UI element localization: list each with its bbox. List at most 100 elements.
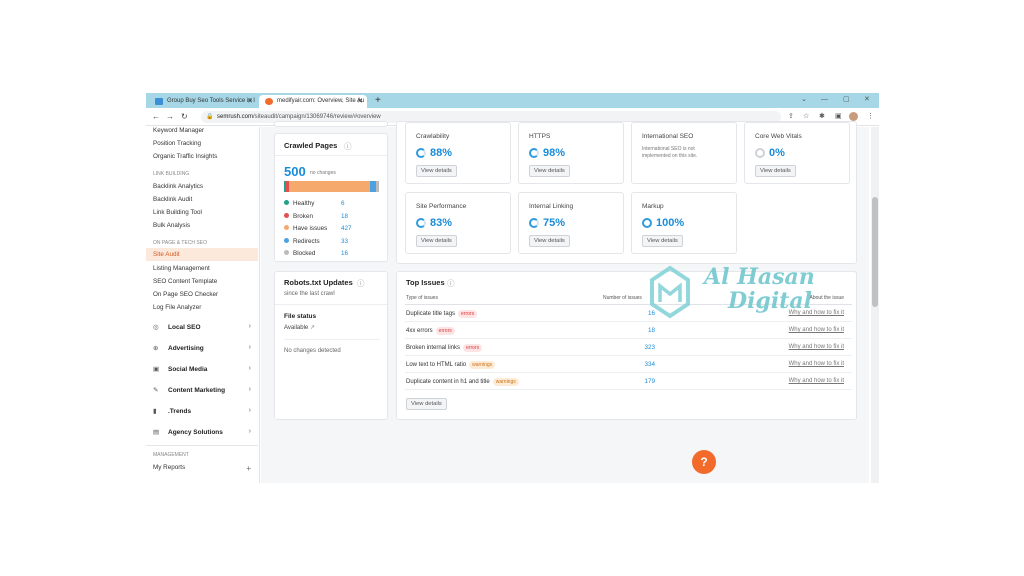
target-icon: ⊕ <box>153 345 159 352</box>
sidebar-item-backlink-audit[interactable]: Backlink Audit <box>153 196 192 203</box>
file-status-label: File status <box>284 313 317 320</box>
issue-text[interactable]: Duplicate content in h1 and title warning… <box>406 378 519 386</box>
close-window-button[interactable]: ✕ <box>864 93 870 106</box>
issue-badge: errors <box>463 344 483 352</box>
metric-title: Site Performance <box>416 203 467 210</box>
sidebar-group-advertising[interactable]: ⊕ Advertising <box>153 344 204 352</box>
view-details-button[interactable]: View details <box>642 235 683 247</box>
issue-text[interactable]: Duplicate title tags errors <box>406 310 478 318</box>
reload-icon[interactable]: ↻ <box>181 110 188 124</box>
watermark-line2: Digital <box>727 288 812 314</box>
back-arrow-icon[interactable]: ← <box>152 110 160 124</box>
legend-value[interactable]: 427 <box>341 225 352 232</box>
sidebar-divider <box>146 445 258 446</box>
issue-text[interactable]: 4xx errors errors <box>406 327 455 335</box>
thematic-reports-panel: Crawlability 88% View details HTTPS 98% … <box>396 121 857 264</box>
sidebar-item-bulk-analysis[interactable]: Bulk Analysis <box>153 222 190 229</box>
issue-count[interactable]: 323 <box>615 344 655 351</box>
help-button[interactable]: ? <box>692 450 716 474</box>
new-tab-button[interactable]: + <box>375 93 381 108</box>
view-details-button[interactable]: View details <box>529 165 570 177</box>
issue-count[interactable]: 18 <box>615 327 655 334</box>
sidebar-item-organic-traffic[interactable]: Organic Traffic Insights <box>153 153 217 160</box>
sidebar-item-position-tracking[interactable]: Position Tracking <box>153 140 201 147</box>
sidebar-item-keyword-manager[interactable]: Keyword Manager <box>153 127 204 134</box>
metric-card-markup: Markup 100% View details <box>631 192 737 254</box>
add-report-button[interactable]: + <box>246 464 251 473</box>
sidebar-item-log-file-analyzer[interactable]: Log File Analyzer <box>153 304 201 311</box>
metric-card-https: HTTPS 98% View details <box>518 122 624 184</box>
info-icon[interactable]: ⓘ <box>447 278 455 289</box>
info-icon[interactable]: ⓘ <box>344 141 352 152</box>
sidebar-item-my-reports[interactable]: My Reports <box>153 464 185 471</box>
progress-ring-icon <box>642 218 652 228</box>
divider <box>284 339 380 340</box>
file-status-value[interactable]: Available ↗ <box>284 324 315 331</box>
legend-label: Blocked <box>293 250 316 257</box>
fix-link[interactable]: Why and how to fix it <box>789 378 844 384</box>
legend-value[interactable]: 18 <box>341 213 348 220</box>
view-details-button[interactable]: View details <box>529 235 570 247</box>
robots-title: Robots.txt Updates <box>284 278 353 287</box>
fix-link[interactable]: Why and how to fix it <box>789 361 844 367</box>
maximize-button[interactable]: ▢ <box>843 93 850 106</box>
metric-title: HTTPS <box>529 133 551 140</box>
profile-avatar[interactable] <box>849 112 858 121</box>
view-details-button[interactable]: View details <box>755 165 796 177</box>
sidebar-group-social-media[interactable]: ▣ Social Media <box>153 365 207 373</box>
legend-label: Healthy <box>293 200 315 207</box>
browser-menu-icon[interactable]: ⋮ <box>867 110 874 124</box>
browser-tab-2[interactable]: medifyair.com: Overview, Site Au ✕ <box>259 95 367 108</box>
browser-tab-1[interactable]: Group Buy Seo Tools Service in I ✕ <box>149 95 257 108</box>
robots-subtitle: since the last crawl <box>284 291 335 297</box>
metric-note: International SEO is not implemented on … <box>642 146 698 159</box>
info-icon[interactable]: ⓘ <box>357 278 365 289</box>
metric-card-core-web-vitals: Core Web Vitals 0% View details <box>744 122 850 184</box>
crawled-count[interactable]: 500 <box>284 164 306 179</box>
sidebar-item-listing-management[interactable]: Listing Management <box>153 265 210 272</box>
crawled-pages-title: Crawled Pages <box>284 141 338 150</box>
sidebar-item-site-audit[interactable]: Site Audit <box>153 251 180 258</box>
legend-value[interactable]: 6 <box>341 200 345 207</box>
doc-icon: ▤ <box>153 429 160 436</box>
metric-title: Markup <box>642 203 664 210</box>
robots-changes: No changes detected <box>284 348 341 354</box>
issue-text[interactable]: Broken internal links errors <box>406 344 483 352</box>
legend-value[interactable]: 33 <box>341 238 348 245</box>
minimize-button[interactable]: — <box>821 93 828 106</box>
sidebar-item-on-page-seo-checker[interactable]: On Page SEO Checker <box>153 291 218 298</box>
metric-title: Internal Linking <box>529 203 574 210</box>
sidebar-group-local-seo[interactable]: ◎ Local SEO <box>153 323 201 331</box>
fix-link[interactable]: Why and how to fix it <box>789 344 844 350</box>
sidebar-item-seo-content-template[interactable]: SEO Content Template <box>153 278 217 285</box>
legend-value[interactable]: 16 <box>341 250 348 257</box>
sidebar-group-content-marketing[interactable]: ✎ Content Marketing <box>153 386 225 394</box>
page-scrollbar[interactable] <box>871 127 879 483</box>
metric-value: 88% <box>430 147 453 159</box>
sidebar-group-agency-solutions[interactable]: ▤ Agency Solutions <box>153 428 223 436</box>
legend-item: Blocked <box>284 250 315 257</box>
progress-ring-icon <box>529 148 539 158</box>
close-tab-icon[interactable]: ✕ <box>247 95 253 108</box>
view-details-button[interactable]: View details <box>416 165 457 177</box>
fix-link[interactable]: Why and how to fix it <box>789 327 844 333</box>
sidebar-item-link-building-tool[interactable]: Link Building Tool <box>153 209 202 216</box>
crawled-pages-bar <box>284 181 379 192</box>
legend-dot-icon <box>284 212 289 218</box>
view-details-button[interactable]: View details <box>406 398 447 410</box>
forward-arrow-icon[interactable]: → <box>166 110 174 124</box>
sidebar-item-backlink-analytics[interactable]: Backlink Analytics <box>153 183 203 190</box>
sidebar-group-trends[interactable]: ▮ .Trends <box>153 407 191 415</box>
view-details-button[interactable]: View details <box>416 235 457 247</box>
col-type-header: Type of issues <box>406 295 438 301</box>
legend-dot-icon <box>284 250 289 255</box>
scrollbar-thumb[interactable] <box>872 197 878 307</box>
legend-label: Have issues <box>293 225 328 232</box>
issue-count[interactable]: 179 <box>615 378 655 385</box>
issue-count[interactable]: 334 <box>615 361 655 368</box>
tab-search-icon[interactable]: ⌄ <box>801 93 807 106</box>
cropped-card <box>274 121 388 127</box>
issue-text[interactable]: Low text to HTML ratio warnings <box>406 361 496 369</box>
close-tab-icon[interactable]: ✕ <box>357 95 363 108</box>
issue-badge: warnings <box>469 361 496 369</box>
